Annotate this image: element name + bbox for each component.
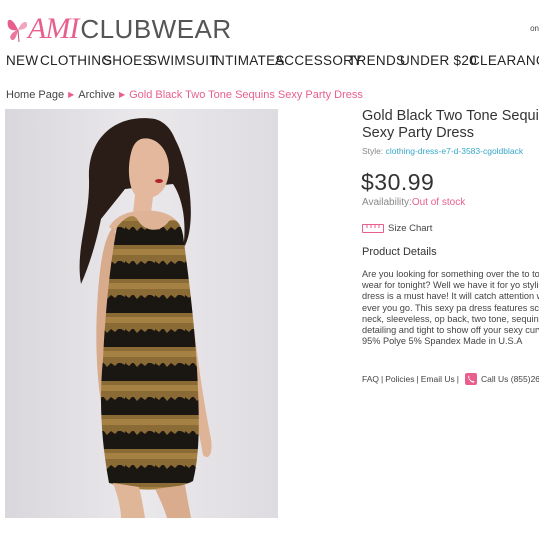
nav-item-swimsuit[interactable]: SWIMSUIT <box>148 53 218 68</box>
product-title-line-1: Gold Black Two Tone Sequins <box>362 108 539 124</box>
main-nav: NEW CLOTHING SHOES SWIMSUIT INTIMATES AC… <box>0 53 539 71</box>
nav-item-shoes[interactable]: SHOES <box>103 53 152 68</box>
footer-links: FAQ | Policies | Email Us | Call Us (855… <box>362 373 539 385</box>
divider: | <box>416 374 419 384</box>
site-logo[interactable]: AMI CLUBWEAR <box>6 8 232 44</box>
breadcrumb: Home Page ▶ Archive ▶ Gold Black Two Tone Se… <box>6 89 363 101</box>
style-line: Style: clothing-dress-e7-d-3583-cgoldbla… <box>362 146 523 156</box>
nav-item-clothing[interactable]: CLOTHING <box>40 53 112 68</box>
style-code: clothing-dress-e7-d-3583-cgoldblack <box>385 146 524 156</box>
divider: | <box>381 374 384 384</box>
product-photo[interactable] <box>5 109 278 518</box>
breadcrumb-current: Gold Black Two Tone Sequins Sexy Party D… <box>129 89 363 101</box>
product-title-line-2: Sexy Party Dress <box>362 125 474 141</box>
availability-status: Out of stock <box>411 197 466 208</box>
style-label: Style: <box>362 146 384 156</box>
nav-item-new[interactable]: NEW <box>6 53 38 68</box>
ruler-icon <box>362 224 384 233</box>
call-us-link[interactable]: Call Us (855)264- <box>481 374 539 384</box>
breadcrumb-archive[interactable]: Archive <box>78 89 115 101</box>
header-top-link[interactable]: on <box>530 24 539 33</box>
logo-ami-text: AMI <box>28 12 79 45</box>
email-us-link[interactable]: Email Us <box>421 374 455 384</box>
product-description: Are you looking for something over the t… <box>362 269 539 347</box>
logo-clubwear-text: CLUBWEAR <box>80 14 232 44</box>
breadcrumb-home[interactable]: Home Page <box>6 89 64 101</box>
size-chart-label: Size Chart <box>388 223 433 234</box>
size-chart-link[interactable]: Size Chart <box>362 223 432 234</box>
product-price: $30.99 <box>361 169 435 195</box>
nav-item-intimates[interactable]: INTIMATES <box>211 53 285 68</box>
availability-label: Availability: <box>362 197 412 208</box>
nav-item-under-20[interactable]: UNDER $20 <box>400 53 477 68</box>
model-illustration <box>5 109 278 518</box>
phone-icon <box>464 373 477 385</box>
nav-item-trends[interactable]: TRENDS <box>348 53 405 68</box>
policies-link[interactable]: Policies <box>385 374 414 384</box>
availability: Availability:Out of stock <box>362 197 465 208</box>
product-details-heading: Product Details <box>362 246 437 258</box>
product-title: Gold Black Two Tone Sequins Sexy Party D… <box>362 108 539 142</box>
nav-item-clearance[interactable]: CLEARANCE <box>470 53 539 68</box>
breadcrumb-arrow-icon: ▶ <box>118 90 126 99</box>
faq-link[interactable]: FAQ <box>362 374 379 384</box>
breadcrumb-arrow-icon: ▶ <box>68 90 75 99</box>
divider: | <box>456 374 459 384</box>
butterfly-icon <box>7 19 28 43</box>
